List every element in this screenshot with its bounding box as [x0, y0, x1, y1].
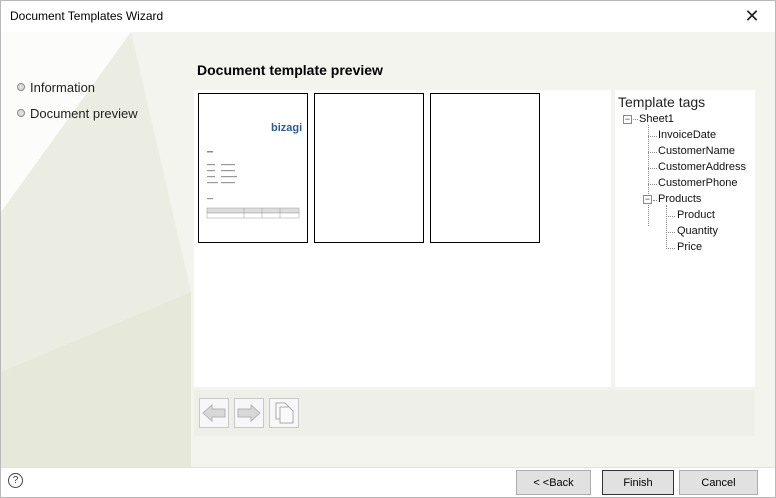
tree-node-field[interactable]: Product [677, 209, 715, 221]
tree-node-sheet1[interactable]: Sheet1 [639, 113, 674, 125]
wizard-window: Document Templates Wizard ✕ Information … [0, 0, 776, 498]
close-icon[interactable]: ✕ [729, 1, 775, 32]
finish-button[interactable]: Finish [602, 470, 674, 495]
page-thumbnail-3[interactable] [430, 93, 540, 243]
window-title: Document Templates Wizard [10, 9, 164, 23]
step-bullet-icon [17, 109, 25, 117]
step-label: Document preview [30, 105, 138, 121]
tree-node-field[interactable]: CustomerPhone [658, 177, 738, 189]
section-title: Document template preview [197, 62, 383, 78]
collapse-icon[interactable]: − [643, 195, 652, 204]
collapse-icon[interactable]: − [623, 115, 632, 124]
tree-node-products[interactable]: Products [658, 193, 701, 205]
cancel-button[interactable]: Cancel [679, 470, 758, 495]
wizard-footer: ? < <Back Finish Cancel [1, 467, 775, 497]
preview-panel: bizagi [194, 90, 611, 387]
step-label: Information [30, 79, 96, 95]
template-tags-panel: Template tags − Sheet1 InvoiceDate Custo… [615, 90, 755, 387]
tree-node-field[interactable]: CustomerName [658, 145, 735, 157]
tree-node-field[interactable]: Price [677, 241, 702, 253]
wizard-body: Information Document preview Document te… [1, 32, 775, 467]
step-bullet-icon [17, 83, 25, 91]
previous-page-button[interactable] [199, 398, 229, 428]
tree-node-field[interactable]: InvoiceDate [658, 129, 716, 141]
next-page-button[interactable] [234, 398, 264, 428]
view-pages-button[interactable] [269, 398, 299, 428]
page-thumbnail-2[interactable] [314, 93, 424, 243]
step-document-preview[interactable]: Document preview [17, 100, 138, 126]
arrow-left-icon [202, 404, 226, 422]
tree-node-field[interactable]: CustomerAddress [658, 161, 746, 173]
page-thumbnail-1[interactable]: bizagi [198, 93, 308, 243]
wizard-steps: Information Document preview [17, 74, 138, 126]
pages-icon [275, 402, 294, 424]
step-information[interactable]: Information [17, 74, 138, 100]
back-button[interactable]: < <Back [516, 470, 591, 495]
tags-title: Template tags [618, 94, 706, 110]
title-bar: Document Templates Wizard ✕ [1, 1, 775, 32]
tree-node-field[interactable]: Quantity [677, 225, 718, 237]
arrow-right-icon [237, 404, 261, 422]
preview-toolbar [194, 390, 755, 436]
help-icon[interactable]: ? [8, 473, 23, 488]
page-content-lines [206, 151, 300, 219]
